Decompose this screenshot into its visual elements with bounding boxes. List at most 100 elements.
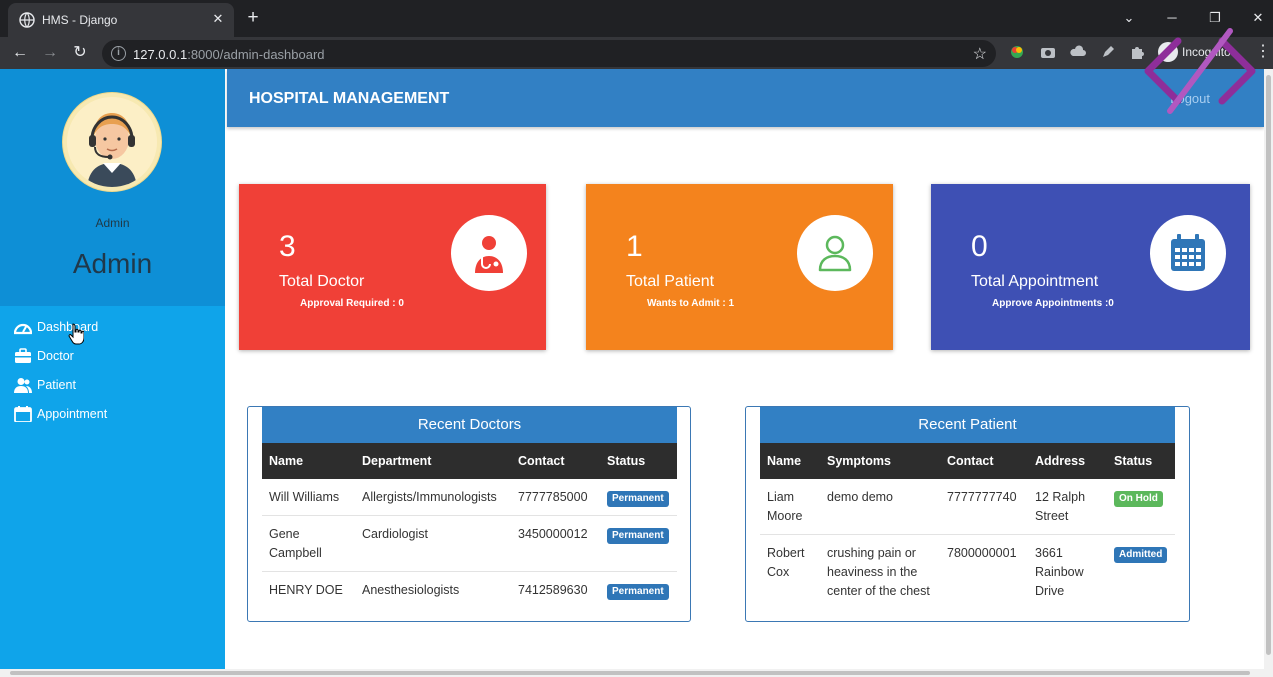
card-subtext: Wants to Admit : 1 [647, 298, 735, 309]
browser-tab[interactable]: HMS - Django ✕ [8, 3, 234, 37]
sidebar-item-doctor[interactable]: Doctor [14, 346, 74, 366]
doctor-contact: 7412589630 [511, 571, 600, 608]
status-badge: Permanent [607, 491, 669, 507]
panel-title: Recent Doctors [262, 407, 677, 443]
column-header: Address [1028, 443, 1107, 479]
status-badge: Permanent [607, 584, 669, 600]
patient-symptoms: demo demo [827, 490, 894, 504]
tab-title: HMS - Django [42, 13, 118, 27]
briefcase-icon [15, 348, 31, 363]
extension-colorful-icon[interactable] [1009, 44, 1025, 60]
sidebar-item-dashboard[interactable]: Dashboard [14, 317, 98, 337]
pen-extension-icon[interactable] [1100, 44, 1116, 60]
bookmark-star-icon[interactable]: ☆ [973, 44, 987, 64]
scrollbar-thumb[interactable] [1266, 75, 1271, 655]
calendar-icon [1171, 234, 1205, 271]
site-info-icon[interactable]: i [111, 46, 126, 61]
support-agent-avatar-icon [67, 97, 157, 187]
back-icon[interactable]: ← [10, 43, 30, 63]
status-badge: On Hold [1114, 491, 1163, 507]
card-icon-circle [1150, 215, 1226, 291]
tab-search-icon[interactable]: ⌄ [1120, 9, 1138, 27]
scrollbar-thumb[interactable] [10, 671, 1250, 675]
table-row: HENRY DOE Anesthesiologists 7412589630 P… [262, 571, 677, 608]
tab-close-icon[interactable]: ✕ [210, 11, 226, 27]
doctor-icon [475, 236, 503, 273]
brand-title: HOSPITAL MANAGEMENT [249, 90, 450, 107]
column-header: Name [760, 443, 820, 479]
column-header: Status [1107, 443, 1175, 479]
status-badge: Admitted [1114, 547, 1168, 563]
sidebar-item-label: Doctor [37, 349, 74, 363]
status-badge: Permanent [607, 528, 669, 544]
table-header-row: Name Department Contact Status [262, 443, 677, 479]
user-icon [818, 235, 852, 272]
recent-doctors-table: Name Department Contact Status Will Will… [262, 443, 677, 608]
url-text[interactable]: 127.0.0.1:8000/admin-dashboard [133, 47, 325, 62]
sidebar-item-label: Appointment [37, 407, 108, 421]
total-patient-card[interactable]: 1 Total Patient Wants to Admit : 1 [586, 184, 893, 350]
column-header: Name [262, 443, 355, 479]
browser-tab-bar: HMS - Django ✕ + ⌄ ─ ❐ ✕ [0, 0, 1273, 37]
column-header: Status [600, 443, 677, 479]
patient-contact: 7777777740 [947, 490, 1017, 504]
total-appointment-card[interactable]: 0 Total Appointment Approve Appointments… [931, 184, 1250, 350]
column-header: Department [355, 443, 511, 479]
dashboard-icon [14, 323, 32, 335]
top-header: HOSPITAL MANAGEMENT Logout [227, 69, 1264, 127]
patient-name: Liam Moore [767, 490, 803, 523]
patient-address: 3661 Rainbow Drive [1028, 534, 1107, 609]
card-icon-circle [451, 215, 527, 291]
card-count: 0 [971, 230, 988, 263]
vertical-scrollbar[interactable] [1264, 69, 1273, 677]
card-label: Total Doctor [279, 273, 365, 290]
globe-icon [19, 12, 35, 28]
recent-doctors-panel: Recent Doctors Name Department Contact S… [247, 406, 691, 622]
patient-name: Robert Cox [760, 534, 820, 609]
doctor-department: Anesthesiologists [355, 571, 511, 608]
recent-patients-table: Name Symptoms Contact Address Status Lia… [760, 443, 1175, 609]
reload-icon[interactable]: ↻ [70, 43, 90, 63]
horizontal-scrollbar[interactable] [0, 669, 1264, 677]
card-count: 3 [279, 230, 296, 263]
sidebar-item-label: Patient [37, 378, 76, 392]
patient-symptoms: crushing pain or heaviness in the center… [820, 534, 940, 609]
doctor-name: Will Williams [269, 490, 340, 504]
card-subtext: Approval Required : 0 [300, 298, 404, 309]
user-name: Admin [72, 248, 153, 279]
sidebar: Admin Admin Dashboard Doctor Patient App… [0, 69, 225, 677]
sidebar-profile: Admin Admin [0, 69, 225, 306]
address-bar-row: ← → ↻ i 127.0.0.1:8000/admin-dashboard ☆… [0, 37, 1273, 69]
card-subtext: Approve Appointments :0 [992, 298, 1114, 309]
doctor-department: Allergists/Immunologists [362, 490, 497, 504]
sidebar-item-patient[interactable]: Patient [14, 375, 76, 395]
doctor-department: Cardiologist [355, 515, 511, 572]
column-header: Contact [511, 443, 600, 479]
table-row: Robert Cox crushing pain or heaviness in… [760, 534, 1175, 609]
patient-address: 12 Ralph Street [1035, 490, 1086, 523]
column-header: Contact [940, 443, 1028, 479]
users-icon [14, 378, 32, 393]
card-label: Total Appointment [971, 273, 1099, 290]
cloud-extension-icon[interactable] [1070, 44, 1086, 60]
column-header: Symptoms [820, 443, 940, 479]
card-label: Total Patient [626, 273, 715, 290]
total-doctor-card[interactable]: 3 Total Doctor Approval Required : 0 [239, 184, 546, 350]
doctor-contact: 7777785000 [518, 490, 588, 504]
camera-icon[interactable] [1040, 44, 1056, 60]
table-row: Will Williams Allergists/Immunologists 7… [262, 479, 677, 516]
patient-contact: 7800000001 [940, 534, 1028, 609]
recent-patients-panel: Recent Patient Name Symptoms Contact Add… [745, 406, 1190, 622]
calendar-icon [14, 406, 32, 422]
omnibox[interactable]: i 127.0.0.1:8000/admin-dashboard ☆ [102, 40, 996, 67]
card-count: 1 [626, 230, 643, 263]
table-row: Liam Moore demo demo 7777777740 12 Ralph… [760, 479, 1175, 535]
sidebar-item-appointment[interactable]: Appointment [14, 404, 107, 424]
doctor-contact: 3450000012 [511, 515, 600, 572]
forward-icon[interactable]: → [40, 43, 60, 63]
card-icon-circle [797, 215, 873, 291]
doctor-name: Gene Campbell [262, 515, 355, 572]
new-tab-button[interactable]: + [244, 8, 262, 28]
doctor-name: HENRY DOE [262, 571, 355, 608]
watermark-logo-icon [1144, 28, 1256, 114]
